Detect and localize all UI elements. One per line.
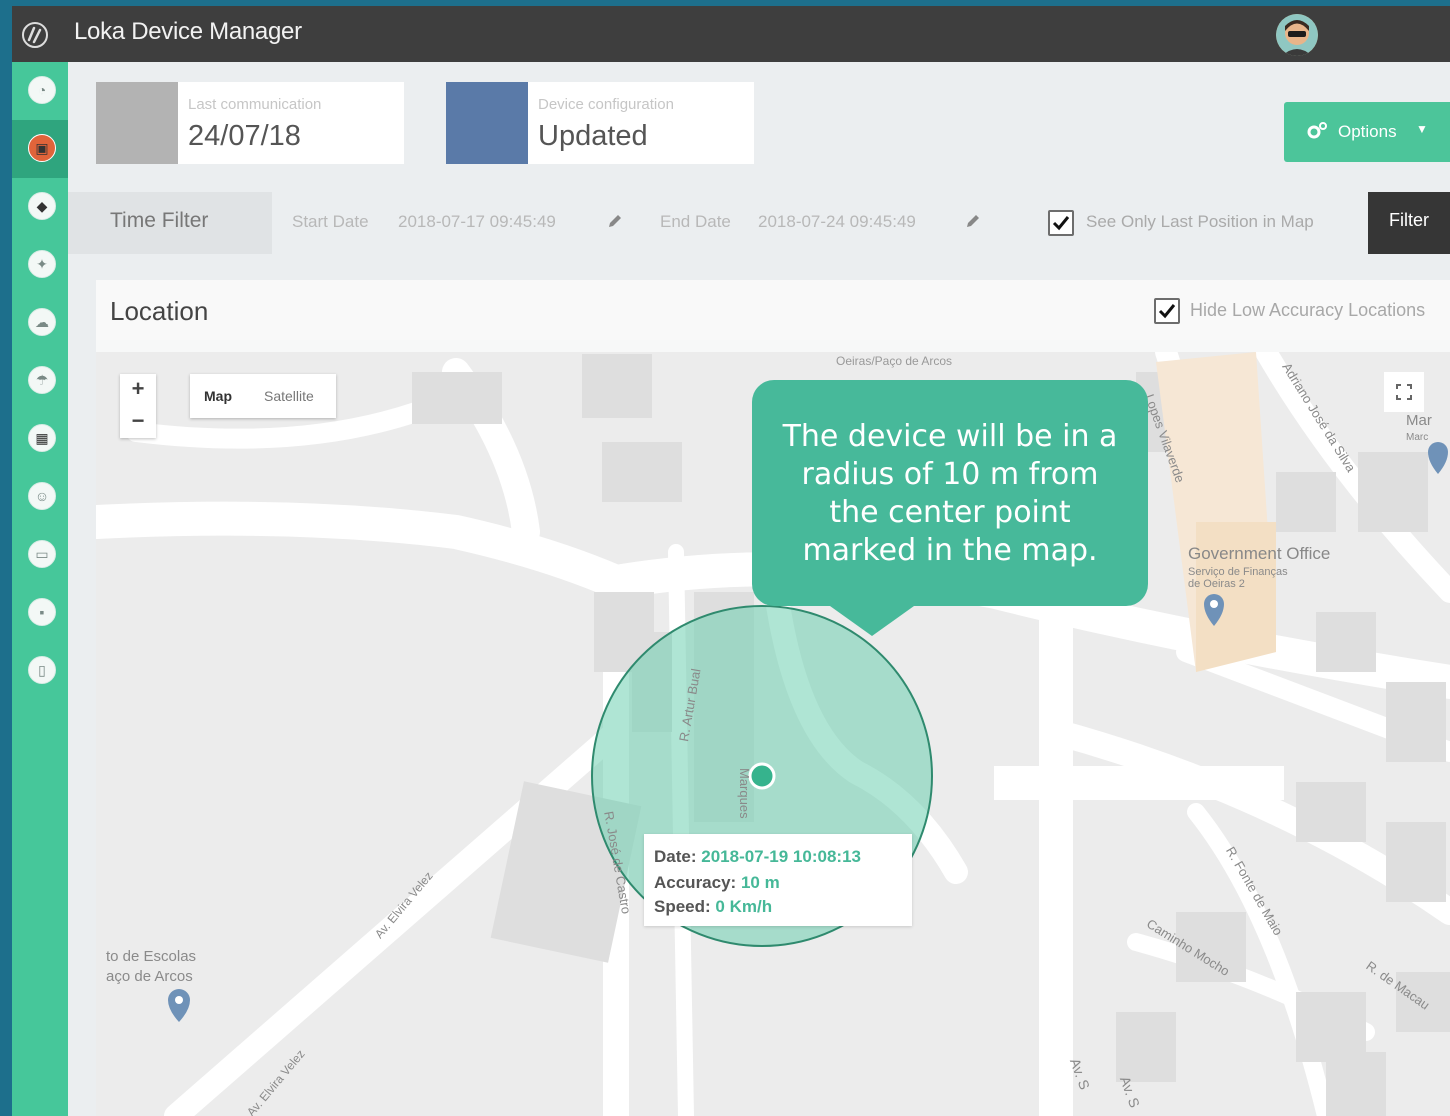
card-swatch	[446, 82, 528, 164]
speed-value: 0 Km/h	[715, 897, 773, 916]
redacted-area	[994, 766, 1284, 800]
app-frame: Loka Device Manager ◔ ▣ ◆ ✦ ☁ ☂ ▦ ☺ ▭ ▪ …	[12, 6, 1450, 1116]
last-position-label: See Only Last Position in Map	[1086, 212, 1314, 231]
box-icon: ▭	[28, 540, 56, 568]
map-label: Serviço de Finanças	[1188, 566, 1288, 578]
time-filter-label: Time Filter	[68, 192, 272, 254]
start-date-label: Start Date	[292, 212, 369, 231]
callout-tail	[830, 606, 914, 636]
position-info-box: Date: 2018-07-19 10:08:13 Accuracy: 10 m…	[644, 834, 912, 926]
sidebar-item-device[interactable]: ▣	[12, 120, 68, 178]
gears-icon	[1307, 122, 1327, 139]
zoom-out-button[interactable]: −	[120, 406, 156, 436]
map-label: Marc	[1406, 432, 1429, 443]
sidebar-item-satellite[interactable]: ✦	[12, 236, 68, 294]
speed-label: Speed:	[654, 897, 711, 916]
sidebar-item-weather[interactable]: ☁	[12, 294, 68, 352]
hide-low-accuracy-checkbox[interactable]	[1154, 298, 1180, 324]
end-date-value[interactable]: 2018-07-24 09:45:49	[758, 212, 916, 232]
sidebar-item-traffic[interactable]: ▦	[12, 410, 68, 468]
sidebar-item-user[interactable]: ☺	[12, 468, 68, 526]
last-position-checkbox[interactable]	[1048, 210, 1074, 236]
avatar-icon	[1276, 14, 1318, 56]
callout-text: The device will be in a radius of 10 m f…	[782, 419, 1118, 568]
document-icon: ▯	[28, 656, 56, 684]
dashboard-icon: ◔	[28, 76, 56, 104]
location-icon: ◆	[28, 192, 56, 220]
traffic-light-icon: ▦	[28, 424, 56, 452]
map-type-map-button[interactable]: Map	[204, 374, 232, 418]
start-date-value[interactable]: 2018-07-17 09:45:49	[398, 212, 556, 232]
sidebar-item-dashboard[interactable]: ◔	[12, 62, 68, 120]
edit-end-date-icon[interactable]	[964, 212, 982, 230]
cloud-icon: ☂	[28, 366, 56, 394]
last-communication-card: Last communication 24/07/18	[96, 82, 404, 164]
sidebar-item-chat[interactable]: ▪	[12, 584, 68, 642]
fullscreen-button[interactable]	[1384, 372, 1424, 412]
map-label: Mar	[1406, 412, 1432, 429]
weather-icon: ☁	[28, 308, 56, 336]
position-marker	[748, 762, 776, 790]
map-label: Marques	[737, 768, 752, 819]
satellite-icon: ✦	[28, 250, 56, 278]
map-label: to de Escolas	[106, 948, 197, 965]
location-header: Location Hide Low Accuracy Locations	[96, 280, 1450, 340]
map-type-control: Map Satellite	[190, 374, 336, 418]
map-label: Government Office	[1188, 544, 1331, 563]
card-label: Last communication	[188, 96, 322, 113]
sidebar-item-document[interactable]: ▯	[12, 642, 68, 700]
sidebar-item-cloud[interactable]: ☂	[12, 352, 68, 410]
device-icon: ▣	[28, 134, 56, 162]
card-value: 24/07/18	[188, 120, 301, 152]
user-avatar[interactable]	[1276, 14, 1318, 56]
options-button[interactable]: Options ▼	[1284, 102, 1450, 162]
accuracy-label: Accuracy:	[654, 873, 737, 892]
sidebar: ◔ ▣ ◆ ✦ ☁ ☂ ▦ ☺ ▭ ▪ ▯	[12, 62, 68, 1116]
card-value: Updated	[538, 120, 648, 152]
user-icon: ☺	[28, 482, 56, 510]
card-label: Device configuration	[538, 96, 674, 113]
zoom-controls: + −	[120, 374, 156, 438]
filter-button[interactable]: Filter	[1368, 192, 1450, 254]
device-configuration-card: Device configuration Updated	[446, 82, 754, 164]
app-title: Loka Device Manager	[74, 18, 302, 45]
card-swatch	[96, 82, 178, 164]
edit-start-date-icon[interactable]	[606, 212, 624, 230]
map-label: aço de Arcos	[106, 968, 193, 985]
checkmark-icon	[1158, 304, 1176, 319]
location-title: Location	[110, 296, 209, 326]
radius-callout: The device will be in a radius of 10 m f…	[752, 380, 1148, 606]
options-label: Options	[1338, 122, 1397, 141]
map-type-satellite-button[interactable]: Satellite	[264, 374, 314, 418]
sidebar-item-location[interactable]: ◆	[12, 178, 68, 236]
loka-logo-icon[interactable]	[20, 20, 50, 50]
checkmark-icon	[1052, 216, 1070, 231]
sidebar-item-box[interactable]: ▭	[12, 526, 68, 584]
date-label: Date:	[654, 847, 697, 866]
chat-icon: ▪	[28, 598, 56, 626]
map-label: de Oeiras 2	[1188, 578, 1245, 590]
map-label: Oeiras/Paço de Arcos	[836, 354, 953, 368]
time-filter-bar: Time Filter Start Date 2018-07-17 09:45:…	[68, 192, 1450, 254]
hide-low-accuracy-label: Hide Low Accuracy Locations	[1190, 300, 1426, 320]
zoom-in-button[interactable]: +	[120, 374, 156, 404]
end-date-label: End Date	[660, 212, 731, 231]
top-bar: Loka Device Manager	[12, 6, 1450, 62]
fullscreen-icon	[1396, 384, 1412, 400]
accuracy-value: 10 m	[740, 873, 780, 892]
caret-down-icon: ▼	[1416, 122, 1428, 136]
date-value: 2018-07-19 10:08:13	[701, 847, 861, 866]
